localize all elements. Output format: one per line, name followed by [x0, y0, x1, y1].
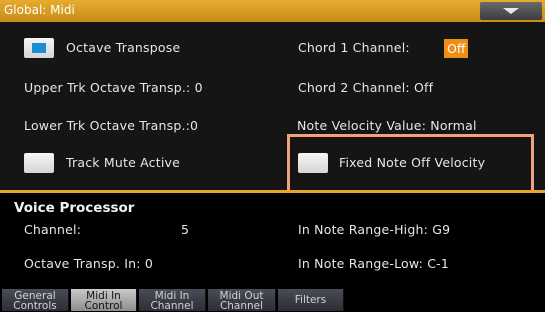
chord-1-channel-label: Chord 1 Channel:: [298, 40, 410, 55]
tab-label-line1: Filters: [294, 294, 327, 306]
voice-channel-label: Channel:: [24, 222, 82, 237]
fixed-note-off-velocity-label: Fixed Note Off Velocity: [339, 155, 486, 170]
page-menu-button[interactable]: [480, 2, 542, 20]
tab-general-controls[interactable]: General Controls: [2, 289, 69, 311]
tab-label-line2: Controls: [13, 300, 57, 312]
tab-label-line2: Channel: [219, 300, 264, 312]
chord-1-channel-value[interactable]: Off: [444, 39, 469, 58]
fixed-note-off-velocity-checkbox[interactable]: [298, 153, 328, 173]
tab-bar: General Controls Midi In Control Midi In…: [0, 289, 545, 311]
checked-indicator-icon: [32, 43, 46, 53]
tab-filters[interactable]: Filters: [278, 289, 344, 311]
track-mute-active-checkbox[interactable]: [24, 153, 54, 173]
tab-label-line2: Control: [84, 300, 123, 312]
tab-midi-in-channel[interactable]: Midi In Channel: [139, 289, 206, 311]
octave-transp-in[interactable]: Octave Transp. In: 0: [24, 256, 153, 271]
track-mute-active-label: Track Mute Active: [66, 155, 181, 170]
chevron-down-icon: [503, 8, 519, 14]
tab-midi-out-channel[interactable]: Midi Out Channel: [208, 289, 276, 311]
page-title: Global: Midi: [4, 3, 75, 17]
tab-midi-in-control[interactable]: Midi In Control: [71, 289, 137, 311]
octave-transpose-label: Octave Transpose: [66, 40, 181, 55]
tab-label-line2: Channel: [150, 300, 194, 312]
note-velocity-value[interactable]: Note Velocity Value: Normal: [297, 118, 477, 133]
in-note-range-high[interactable]: In Note Range-High: G9: [298, 222, 450, 237]
voice-channel-value[interactable]: 5: [181, 222, 189, 237]
upper-trk-octave-transp[interactable]: Upper Trk Octave Transp.: 0: [24, 80, 203, 95]
settings-panel: Octave Transpose Upper Trk Octave Transp…: [0, 22, 545, 206]
chord-2-channel[interactable]: Chord 2 Channel: Off: [298, 80, 433, 95]
voice-processor-panel: Voice Processor Channel: 5 Octave Transp…: [0, 193, 545, 289]
in-note-range-low[interactable]: In Note Range-Low: C-1: [298, 256, 449, 271]
voice-processor-title: Voice Processor: [14, 200, 135, 216]
lower-trk-octave-transp[interactable]: Lower Trk Octave Transp.:0: [24, 118, 198, 133]
title-bar: Global: Midi: [0, 0, 545, 22]
octave-transpose-checkbox[interactable]: [24, 38, 54, 58]
